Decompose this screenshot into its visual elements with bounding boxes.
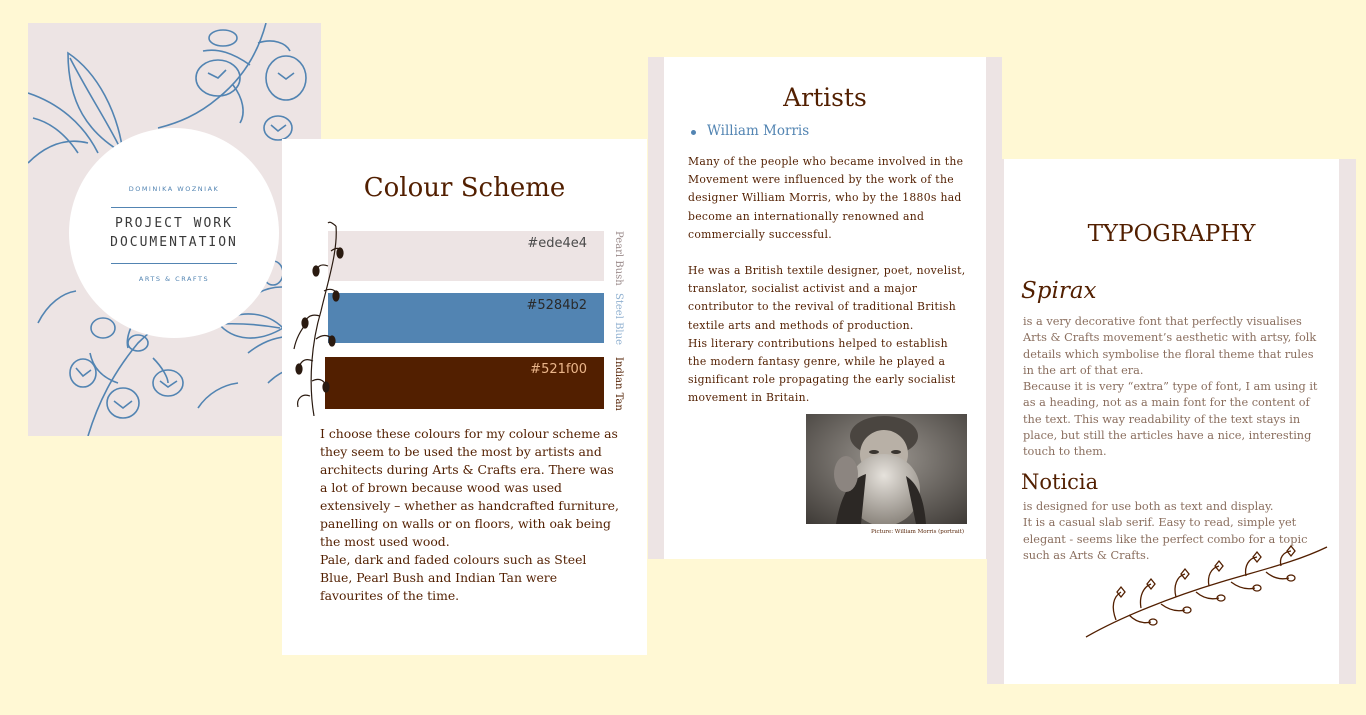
swatch-indian-tan: #521f00 xyxy=(325,357,604,409)
spirax-description: is a very decorative font that perfectly… xyxy=(1023,314,1321,461)
typography-heading: TYPOGRAPHY xyxy=(1087,221,1256,247)
divider-top xyxy=(111,207,237,208)
branch-illustration xyxy=(1085,544,1328,638)
colour-scheme-heading: Colour Scheme xyxy=(363,173,566,203)
swatch-pearl-bush: #ede4e4 xyxy=(328,231,604,281)
artists-paragraph-2: He was a British textile designer, poet,… xyxy=(688,264,966,332)
colour-scheme-card: Colour Scheme #ede4e4 #5284b2 #521f00 Pe… xyxy=(282,139,647,655)
author-name: DOMINIKA WOZNIAK xyxy=(128,185,220,193)
artists-paragraph-3: His literary contributions helped to est… xyxy=(688,336,956,405)
cover-title: PROJECT WORK DOCUMENTATION xyxy=(69,214,279,252)
typography-card: TYPOGRAPHY Spirax is a very decorative f… xyxy=(1004,159,1339,684)
cover-title-line2: DOCUMENTATION xyxy=(110,235,238,250)
font-name-noticia: Noticia xyxy=(1021,470,1099,494)
photo-caption: Picture: William Morris (portrait) xyxy=(871,529,964,535)
william-morris-portrait xyxy=(806,414,967,524)
artist-name: William Morris xyxy=(707,123,810,139)
cover-subtitle: ARTS & CRAFTS xyxy=(138,275,210,283)
cover-title-line1: PROJECT WORK xyxy=(115,216,233,231)
swatch-steel-blue: #5284b2 xyxy=(328,293,604,343)
cover-card: DOMINIKA WOZNIAK PROJECT WORK DOCUMENTAT… xyxy=(28,23,321,436)
colour-paragraph-2: Pale, dark and faded colours such as Ste… xyxy=(320,552,587,603)
artists-paragraph-1: Many of the people who became involved i… xyxy=(688,155,964,241)
swatch-name-indian-tan: Indian Tan xyxy=(613,357,624,411)
colour-scheme-text: I choose these colours for my colour sch… xyxy=(320,425,620,605)
spirax-paragraph-2: Because it is very “extra” type of font,… xyxy=(1023,380,1318,459)
title-circle: DOMINIKA WOZNIAK PROJECT WORK DOCUMENTAT… xyxy=(69,128,279,338)
artists-card: Artists William Morris Many of the peopl… xyxy=(664,57,986,559)
artists-paragraphs-2-3: He was a British textile designer, poet,… xyxy=(688,262,970,408)
vine-illustration xyxy=(293,221,344,416)
swatch-name-steel-blue: Steel Blue xyxy=(613,293,624,345)
divider-bottom xyxy=(111,263,237,264)
artists-heading: Artists xyxy=(783,83,867,112)
font-name-spirax: Spirax xyxy=(1021,278,1097,304)
bullet-icon xyxy=(691,130,696,135)
spirax-paragraph-1: is a very decorative font that perfectly… xyxy=(1023,315,1317,377)
colour-paragraph-1: I choose these colours for my colour sch… xyxy=(320,426,619,549)
noticia-paragraph-1: is designed for use both as text and dis… xyxy=(1023,500,1274,513)
swatch-name-pearl-bush: Pearl Bush xyxy=(613,231,624,286)
